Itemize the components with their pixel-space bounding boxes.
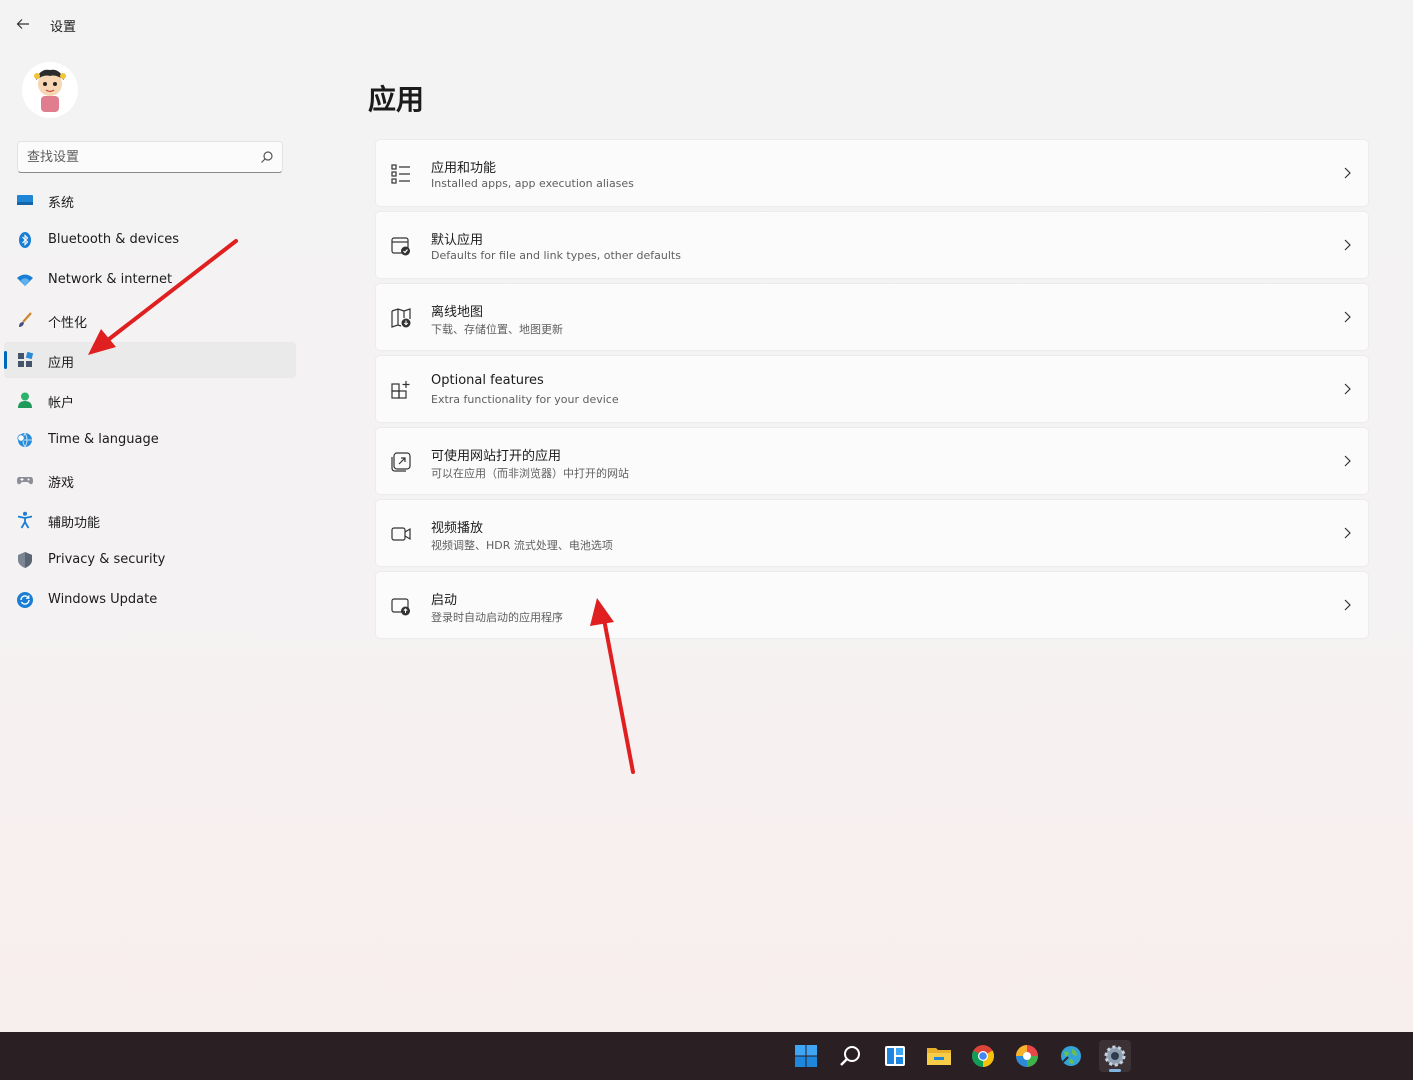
globe-clock-icon: [17, 432, 32, 449]
map-icon: [391, 308, 411, 328]
card-subtitle: Extra functionality for your device: [431, 393, 619, 406]
taskbar: [0, 1032, 1413, 1080]
sidebar-item-accessibility[interactable]: 辅助功能: [4, 502, 296, 538]
color-app-icon: [1016, 1045, 1038, 1067]
card-title: 启动: [431, 593, 458, 608]
card-offline-maps[interactable]: 离线地图 下载、存储位置、地图更新: [375, 283, 1369, 351]
sidebar-item-label: Time & language: [48, 432, 159, 447]
sidebar-item-label: Bluetooth & devices: [48, 232, 179, 247]
chevron-right-icon: [1344, 383, 1351, 395]
system-icon: [17, 195, 33, 205]
settings-icon: [1104, 1045, 1126, 1067]
back-arrow-icon: [16, 19, 29, 29]
sidebar-item-accounts[interactable]: 帐户: [4, 382, 296, 418]
startup-icon: [391, 598, 410, 616]
chevron-right-icon: [1344, 167, 1351, 179]
sidebar-item-label: 辅助功能: [48, 516, 101, 531]
card-subtitle: Defaults for file and link types, other …: [431, 249, 681, 262]
sidebar-item-windows-update[interactable]: Windows Update: [4, 582, 296, 618]
card-title: 视频播放: [431, 521, 484, 536]
avatar-icon: [22, 62, 78, 118]
chevron-right-icon: [1344, 455, 1351, 467]
card-optional-features[interactable]: Optional features Extra functionality fo…: [375, 355, 1369, 423]
open-external-icon: [391, 452, 411, 472]
card-subtitle: 下载、存储位置、地图更新: [431, 323, 563, 336]
card-apps-features[interactable]: 应用和功能 Installed apps, app execution alia…: [375, 139, 1369, 207]
sidebar-item-time-language[interactable]: Time & language: [4, 422, 296, 458]
card-title: 可使用网站打开的应用: [431, 449, 562, 464]
sidebar-item-apps[interactable]: 应用: [4, 342, 296, 378]
windows-start-icon: [795, 1045, 817, 1067]
widgets-icon: [885, 1046, 905, 1066]
chevron-right-icon: [1344, 311, 1351, 323]
sidebar-item-label: 帐户: [48, 396, 75, 411]
sidebar-item-label: 应用: [48, 356, 75, 371]
avatar[interactable]: [22, 62, 78, 118]
taskbar-network-globe[interactable]: [1055, 1040, 1087, 1072]
page-title: 应用: [368, 83, 425, 116]
taskbar-color-app[interactable]: [1011, 1040, 1043, 1072]
search-icon: [840, 1046, 860, 1066]
apps-icon: [18, 351, 34, 367]
card-title: 离线地图: [431, 305, 484, 320]
taskbar-chrome[interactable]: [967, 1040, 999, 1072]
card-subtitle: 登录时自动启动的应用程序: [431, 611, 563, 624]
card-apps-for-websites[interactable]: 可使用网站打开的应用 可以在应用（而非浏览器）中打开的网站: [375, 427, 1369, 495]
accessibility-icon: [17, 511, 33, 529]
card-subtitle: 可以在应用（而非浏览器）中打开的网站: [431, 467, 629, 480]
sidebar-item-label: 个性化: [48, 316, 88, 331]
sidebar-item-label: Network & internet: [48, 272, 173, 287]
sidebar-item-network[interactable]: Network & internet: [4, 262, 296, 298]
search-input[interactable]: [27, 142, 257, 172]
sidebar-item-label: Windows Update: [48, 592, 158, 607]
update-icon: [17, 592, 33, 608]
search-box[interactable]: [17, 141, 283, 173]
sidebar-item-label: Privacy & security: [48, 552, 166, 567]
taskbar-search-button[interactable]: [835, 1040, 867, 1072]
sidebar-item-system[interactable]: 系统: [4, 182, 296, 218]
sidebar-item-bluetooth[interactable]: Bluetooth & devices: [4, 222, 296, 258]
taskbar-start-button[interactable]: [790, 1040, 822, 1072]
sidebar-item-gaming[interactable]: 游戏: [4, 462, 296, 498]
window-title: 设置: [50, 20, 77, 35]
taskbar-widgets-button[interactable]: [879, 1040, 911, 1072]
sidebar-item-label: 系统: [48, 196, 75, 211]
chevron-right-icon: [1344, 527, 1351, 539]
card-startup[interactable]: 启动 登录时自动启动的应用程序: [375, 571, 1369, 639]
card-video-playback[interactable]: 视频播放 视频调整、HDR 流式处理、电池选项: [375, 499, 1369, 567]
bluetooth-icon: [19, 232, 31, 248]
add-grid-icon: [391, 381, 410, 399]
taskbar-file-explorer[interactable]: [923, 1040, 955, 1072]
settings-card-list: 应用和功能 Installed apps, app execution alia…: [375, 139, 1369, 643]
card-default-apps[interactable]: 默认应用 Defaults for file and link types, o…: [375, 211, 1369, 279]
default-apps-icon: [391, 237, 410, 256]
card-subtitle: 视频调整、HDR 流式处理、电池选项: [431, 539, 613, 552]
card-title: 应用和功能: [431, 161, 497, 176]
account-icon: [18, 392, 32, 408]
video-icon: [391, 527, 411, 541]
chevron-right-icon: [1344, 239, 1351, 251]
sidebar-item-label: 游戏: [48, 476, 75, 491]
title-bar: 设置: [0, 0, 1413, 48]
card-title: 默认应用: [431, 233, 484, 248]
card-title: Optional features: [431, 373, 544, 388]
sidebar-nav: 系统 Bluetooth & devices Network & interne…: [4, 182, 296, 622]
shield-icon: [18, 552, 32, 568]
chrome-icon: [972, 1045, 994, 1067]
search-icon[interactable]: [260, 150, 274, 164]
back-button[interactable]: [8, 10, 38, 38]
sidebar-item-personalization[interactable]: 个性化: [4, 302, 296, 338]
card-subtitle: Installed apps, app execution aliases: [431, 177, 634, 190]
network-globe-icon: [1061, 1046, 1081, 1066]
file-explorer-icon: [927, 1048, 951, 1065]
taskbar-settings[interactable]: [1099, 1040, 1131, 1072]
wifi-icon: [17, 274, 33, 286]
gamepad-icon: [17, 477, 33, 485]
sidebar-item-privacy[interactable]: Privacy & security: [4, 542, 296, 578]
list-icon: [391, 164, 410, 184]
chevron-right-icon: [1344, 599, 1351, 611]
brush-icon: [19, 312, 32, 327]
